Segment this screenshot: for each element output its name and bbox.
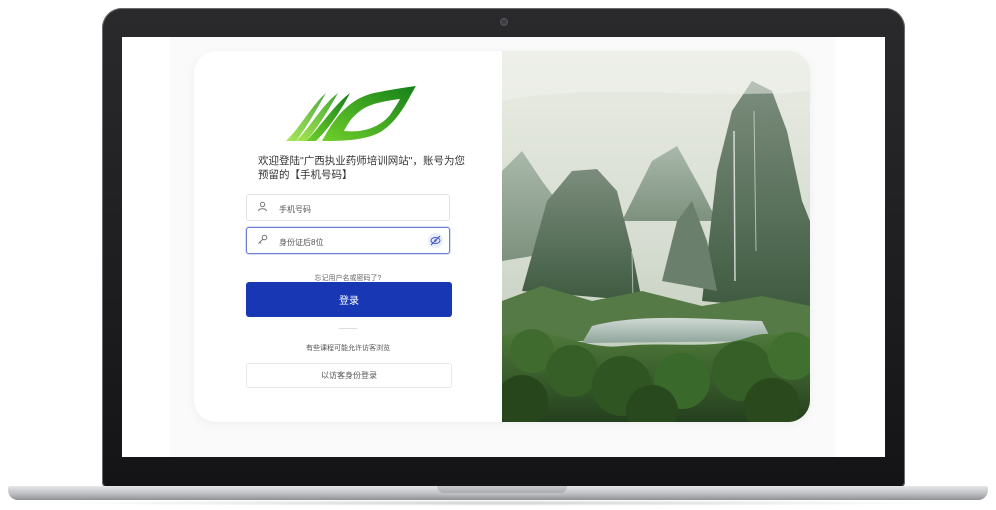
login-form-pane: 欢迎登陆"广西执业药师培训网站"，账号为您预留的【手机号码】 忘记用户名或密码了… (194, 51, 502, 422)
welcome-message: 欢迎登陆"广西执业药师培训网站"，账号为您预留的【手机号码】 (258, 155, 465, 181)
screen-margin-left (122, 37, 170, 457)
phone-input[interactable] (277, 199, 431, 219)
password-input[interactable] (277, 232, 431, 252)
login-button[interactable]: 登录 (246, 282, 452, 317)
laptop-notch (437, 486, 567, 493)
user-icon (256, 201, 269, 214)
login-card: 欢迎登陆"广西执业药师培训网站"，账号为您预留的【手机号码】 忘记用户名或密码了… (194, 51, 810, 422)
leaf-logo (286, 86, 416, 141)
screen-margin-right (835, 37, 885, 457)
eye-off-icon[interactable] (428, 233, 443, 248)
laptop-shadow (40, 500, 956, 506)
guest-login-button[interactable]: 以访客身份登录 (246, 363, 452, 388)
guest-note: 有些课程可能允许访客浏览 (306, 345, 390, 352)
divider (339, 328, 357, 329)
key-icon (256, 234, 269, 247)
phone-field[interactable] (246, 194, 450, 221)
password-field[interactable] (246, 227, 450, 254)
camera-icon (501, 19, 507, 25)
scenery-image (502, 51, 810, 422)
screen: 欢迎登陆"广西执业药师培训网站"，账号为您预留的【手机号码】 忘记用户名或密码了… (122, 37, 885, 457)
